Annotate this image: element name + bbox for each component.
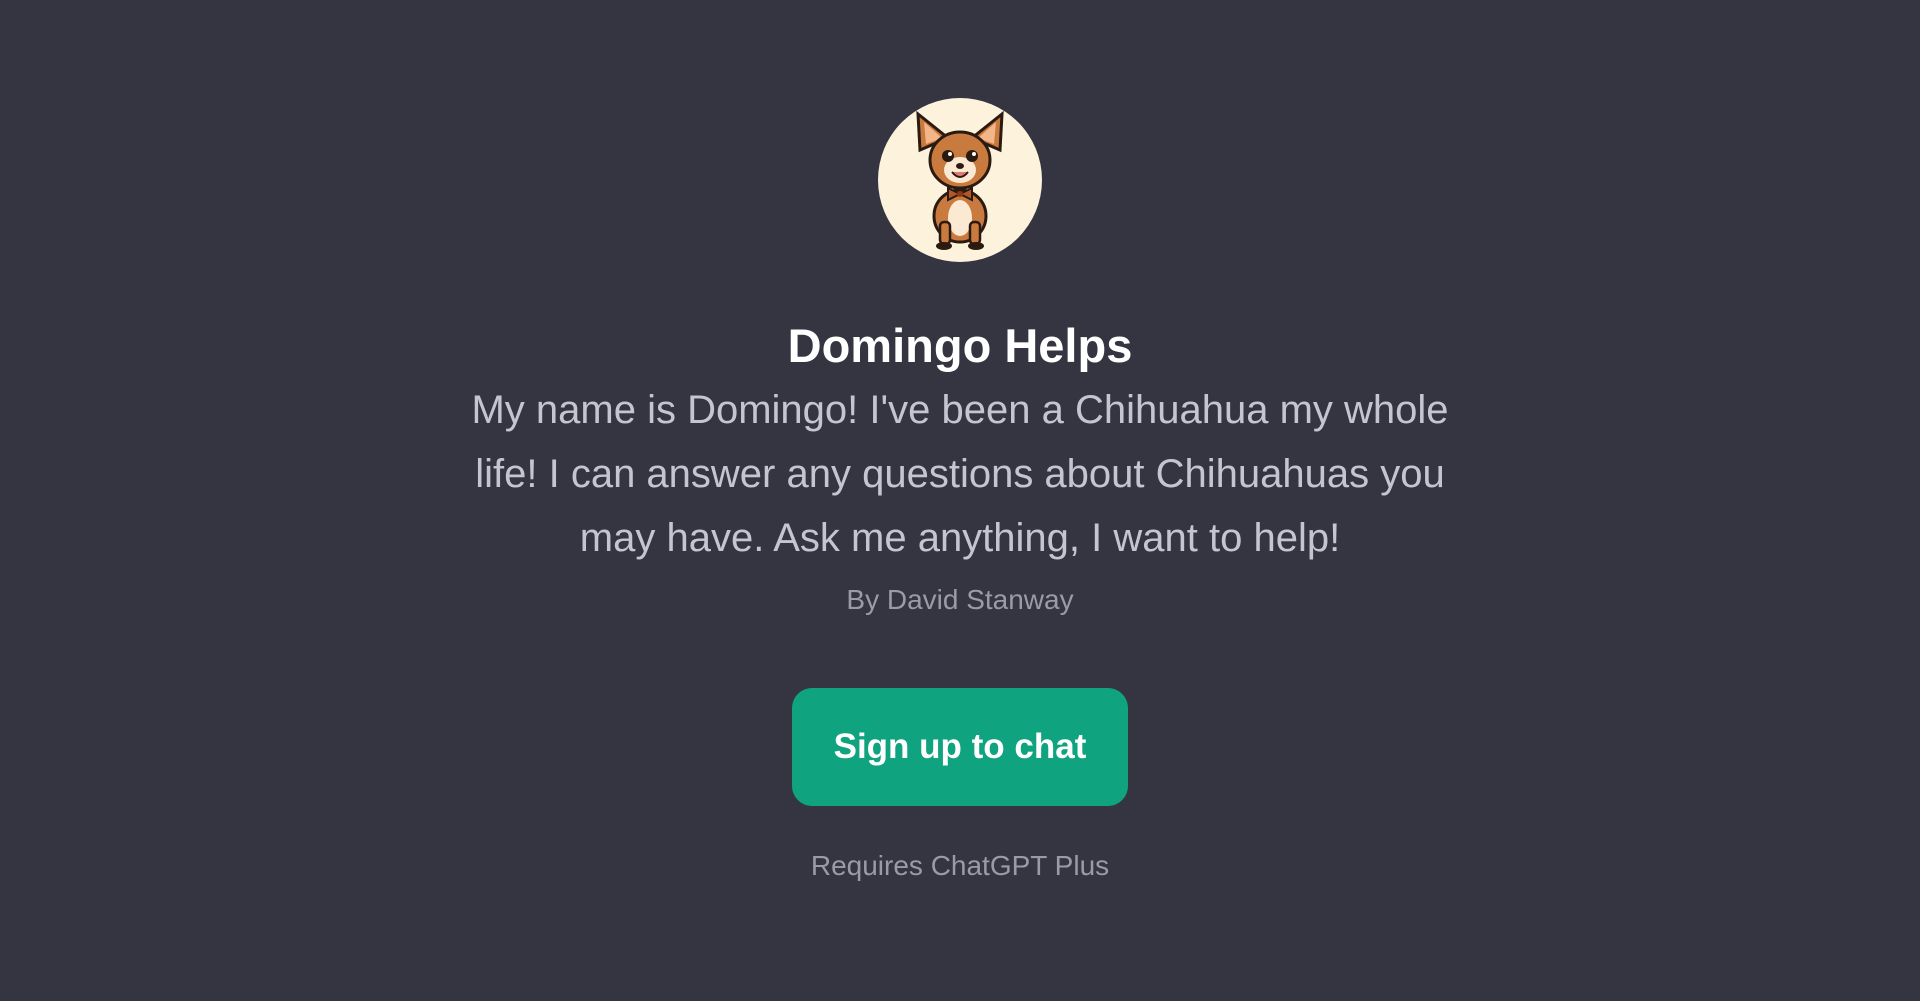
gpt-landing-page: Domingo Helps My name is Domingo! I've b… <box>0 0 1920 1001</box>
gpt-avatar <box>878 98 1042 262</box>
gpt-description: My name is Domingo! I've been a Chihuahu… <box>471 388 1449 561</box>
gpt-author: By David Stanway <box>846 584 1074 616</box>
sign-up-to-chat-button[interactable]: Sign up to chat <box>792 688 1128 807</box>
gpt-title: Domingo Helps <box>787 319 1133 372</box>
requires-plus-note: Requires ChatGPT Plus <box>810 850 1110 882</box>
chihuahua-logo-icon <box>916 110 1004 250</box>
